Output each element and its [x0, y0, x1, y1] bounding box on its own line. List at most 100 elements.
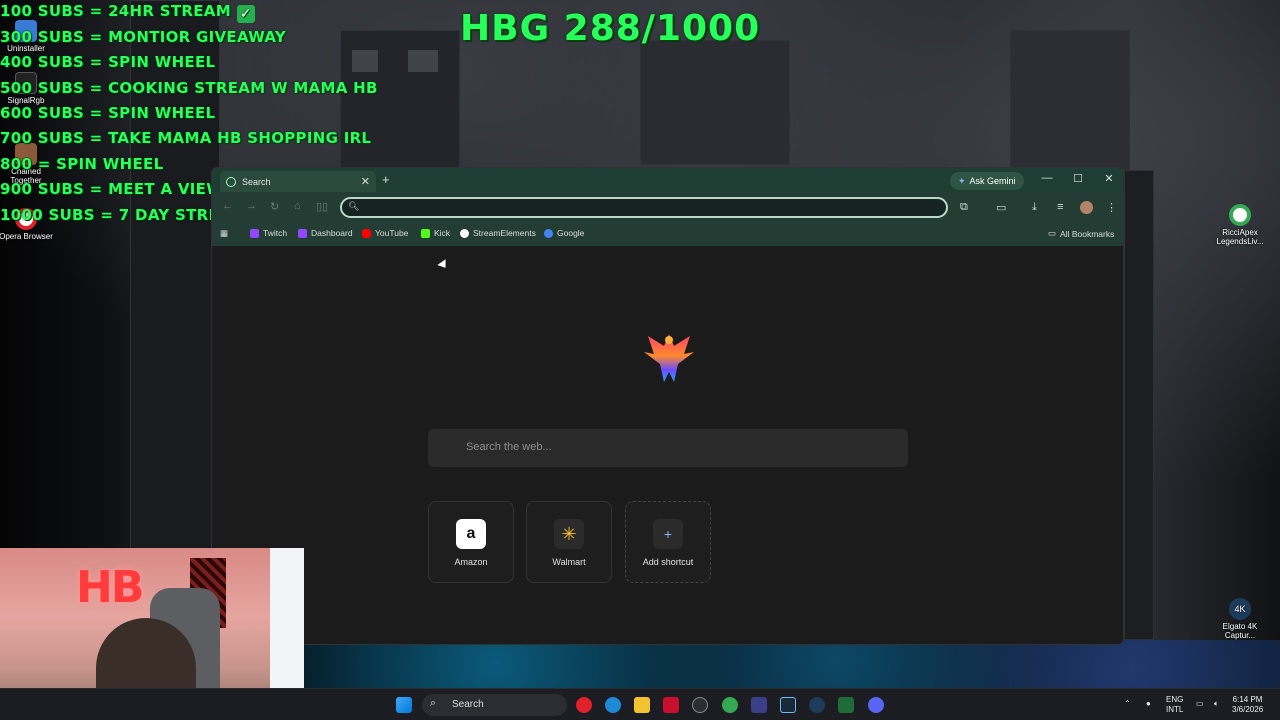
volume-icon[interactable]: 🔈︎ [1214, 699, 1219, 709]
home-icon[interactable]: ⌂ [294, 200, 301, 212]
wallpaper-building [640, 40, 790, 165]
checkmark-icon: ✓ [236, 5, 255, 23]
ask-gemini-button[interactable]: ✦ Ask Gemini [950, 172, 1024, 190]
shortcut-amazon[interactable]: a Amazon [428, 501, 514, 583]
streamelements-icon [460, 228, 469, 238]
display-icon[interactable]: ▭ [1196, 699, 1204, 709]
taskbar: ⌕ Search ⌃ ● ENG INTL ▭ 🔈︎ 6:14 PM 3/6/2… [0, 688, 1280, 720]
excel-icon[interactable] [838, 697, 854, 713]
search-icon: ⌕ [430, 697, 437, 709]
chrome-icon [1229, 204, 1251, 226]
webcam-neon-sign: HB [76, 562, 144, 613]
apps-grid-icon[interactable]: ▦ [220, 228, 228, 239]
browser-window: Search ✕ + ✦ Ask Gemini — ☐ ✕ ← → ↻ ⌂ ▯▯… [211, 167, 1124, 645]
goal-line: 300 SUBS = MONTIOR GIVEAWAY [0, 28, 287, 46]
phoenix-logo-icon [644, 334, 694, 382]
goal-line: 700 SUBS = TAKE MAMA HB SHOPPING IRL [0, 129, 372, 147]
steam-icon[interactable] [780, 697, 796, 713]
bookmark-youtube[interactable]: YouTube [362, 228, 408, 238]
file-explorer-icon[interactable] [634, 697, 650, 713]
gemini-sparkle-icon: ✦ [958, 175, 966, 186]
amazon-icon: a [456, 519, 486, 549]
walmart-icon: ✳ [554, 519, 584, 549]
new-tab-page: Search the web... a Amazon ✳ Walmart + A… [212, 246, 1123, 644]
microphone-icon[interactable]: ● [1146, 699, 1151, 709]
kick-icon [421, 228, 430, 238]
language-indicator[interactable]: ENG INTL [1166, 695, 1183, 715]
ask-gemini-label: Ask Gemini [969, 176, 1016, 186]
all-bookmarks-label: All Bookmarks [1060, 228, 1115, 239]
tab-title: Search [242, 176, 271, 187]
taskbar-search[interactable]: ⌕ Search [422, 694, 567, 716]
forward-icon[interactable]: → [246, 200, 257, 212]
desktop-icon-label: RicciApex LegendsLiv... [1216, 228, 1264, 246]
all-bookmarks-button[interactable]: ▭ All Bookmarks [1048, 228, 1114, 239]
bookmark-label: Twitch [263, 228, 288, 238]
desktop-icon-elgato[interactable]: 4K Elgato 4K Captur... [1210, 598, 1270, 640]
bookmark-google[interactable]: Google [544, 228, 584, 238]
goal-line: 600 SUBS = SPIN WHEEL [0, 104, 216, 122]
bookmark-kick[interactable]: Kick [421, 228, 450, 238]
folder-icon: ▭ [1048, 228, 1057, 238]
profile-avatar[interactable] [1080, 201, 1093, 214]
desktop-icon-ricciapex[interactable]: RicciApex LegendsLiv... [1210, 204, 1270, 246]
extensions-icon[interactable]: ⧉ [960, 201, 968, 214]
shortcut-label: Add shortcut [642, 557, 694, 567]
edge-icon[interactable] [605, 697, 621, 713]
goal-line: 100 SUBS = 24HR STREAM ✓ [0, 2, 255, 23]
maximize-button[interactable]: ☐ [1069, 172, 1087, 185]
title-bar: Search ✕ + ✦ Ask Gemini — ☐ ✕ [212, 168, 1123, 192]
bookmark-streamelements[interactable]: StreamElements [460, 228, 536, 238]
split-view-icon[interactable]: ▯▯ [316, 200, 328, 213]
goal-line: 800 = SPIN WHEEL [0, 155, 164, 173]
goal-line: 400 SUBS = SPIN WHEEL [0, 53, 216, 71]
media-controls-icon[interactable]: ≡ [1057, 201, 1063, 213]
search-icon: 🔍︎ [348, 201, 360, 211]
wallpaper-building [1010, 30, 1130, 170]
hbg-counter: HBG 288/1000 [460, 8, 761, 49]
wallpaper-galaxy-strip [300, 640, 1280, 688]
lang-label: ENG [1166, 695, 1184, 704]
minimize-button[interactable]: — [1038, 172, 1056, 184]
elgato-4k-icon: 4K [1229, 598, 1251, 620]
clock-time: 6:14 PM [1232, 695, 1263, 704]
cast-icon[interactable]: ▭ [996, 201, 1006, 214]
shortcut-label: Walmart [552, 557, 586, 567]
wallpaper-window [408, 50, 438, 72]
tab-search[interactable]: Search ✕ [220, 171, 376, 192]
add-shortcut-button[interactable]: + Add shortcut [625, 501, 711, 583]
clock[interactable]: 6:14 PM 3/6/2026 [1232, 695, 1263, 715]
openai-icon[interactable] [692, 697, 708, 713]
goal-text: 100 SUBS = 24HR STREAM [0, 2, 231, 20]
address-bar[interactable]: 🔍︎ [340, 197, 948, 218]
back-icon[interactable]: ← [222, 200, 233, 212]
discord-icon[interactable] [868, 697, 884, 713]
reload-icon[interactable]: ↻ [270, 200, 279, 213]
desktop-icon-label: Elgato 4K Captur... [1222, 622, 1258, 640]
bookmark-label: StreamElements [473, 228, 536, 238]
youtube-icon [362, 228, 371, 238]
close-tab-icon[interactable]: ✕ [361, 175, 370, 188]
bookmark-dashboard[interactable]: Dashboard [298, 228, 353, 238]
wallpaper-window [352, 50, 378, 72]
bookmark-twitch[interactable]: Twitch [250, 228, 287, 238]
desktop-icon-label: Opera Browser [0, 232, 53, 241]
chevron-up-icon[interactable]: ⌃ [1124, 699, 1131, 709]
app-icon[interactable] [751, 697, 767, 713]
windows-start-icon[interactable] [396, 697, 412, 713]
google-icon [544, 228, 553, 238]
shortcut-walmart[interactable]: ✳ Walmart [526, 501, 612, 583]
download-icon[interactable]: ⤓ [1032, 201, 1037, 214]
bookmark-label: Dashboard [311, 228, 353, 238]
search-web-input[interactable]: Search the web... [428, 429, 908, 467]
tab-favicon-icon [226, 176, 236, 187]
opera-icon[interactable] [576, 697, 592, 713]
new-tab-button[interactable]: + [382, 172, 390, 187]
chrome-icon[interactable] [722, 697, 738, 713]
lang-sub-label: INTL [1166, 705, 1184, 714]
address-input[interactable] [362, 201, 932, 214]
close-window-button[interactable]: ✕ [1100, 172, 1118, 185]
menu-kebab-icon[interactable]: ⋮ [1106, 201, 1117, 214]
elgato-4k-icon[interactable] [809, 697, 825, 713]
adobe-icon[interactable] [663, 697, 679, 713]
